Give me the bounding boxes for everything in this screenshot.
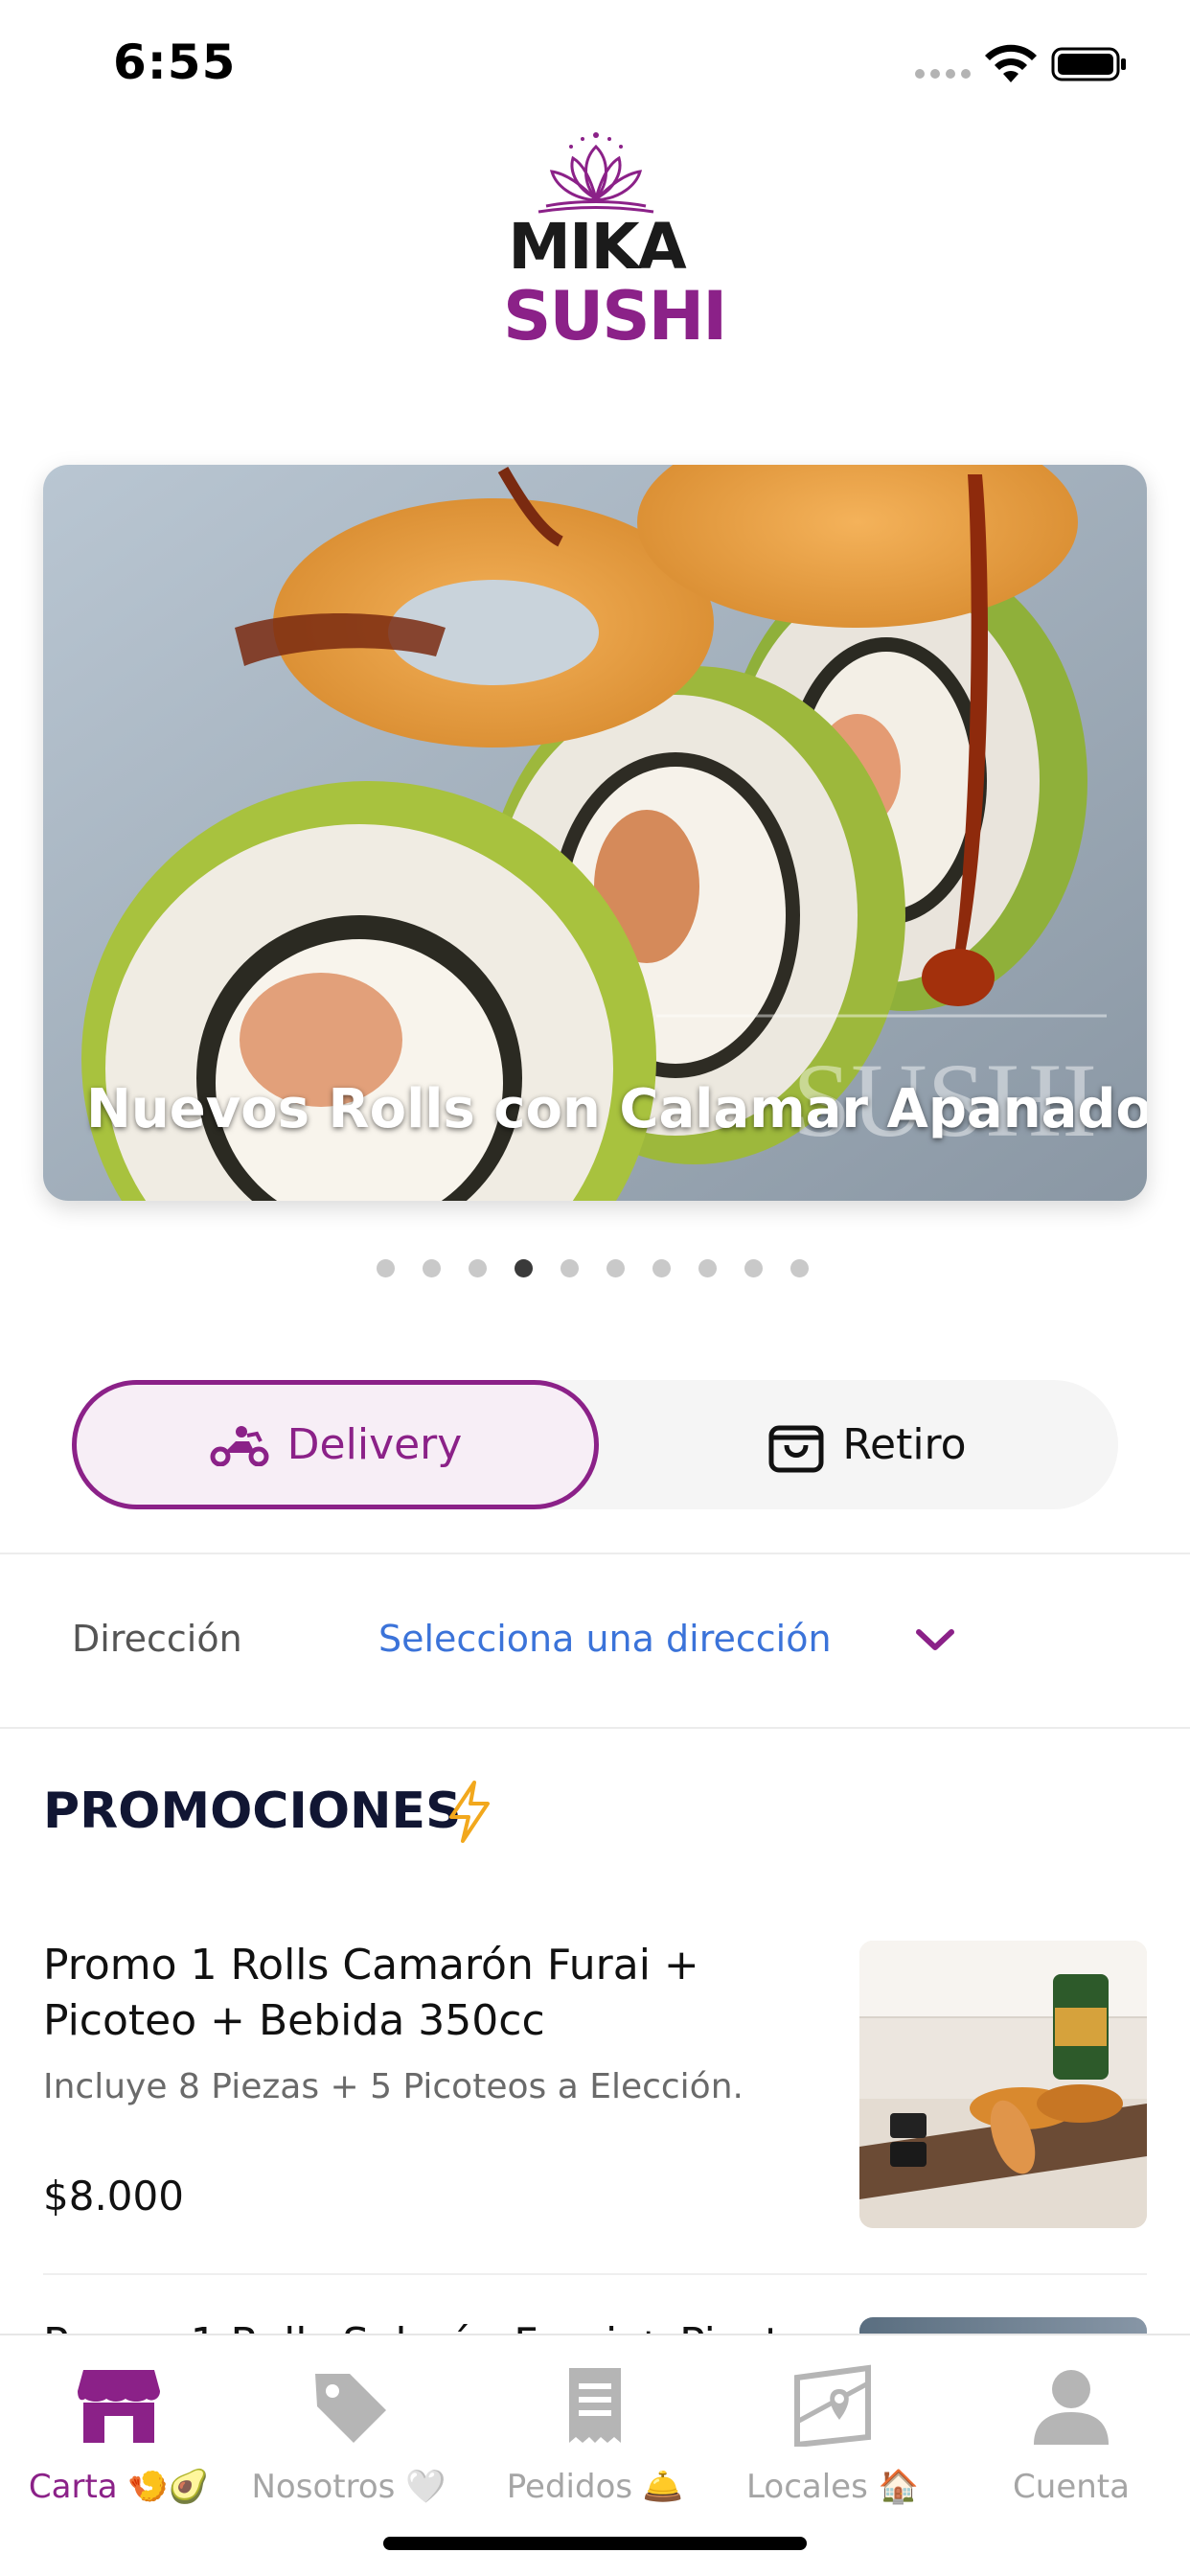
order-mode-toggle: Delivery Retiro	[72, 1380, 1118, 1509]
pagination-dot[interactable]	[469, 1259, 487, 1277]
divider	[43, 2273, 1147, 2275]
pickup-label: Retiro	[842, 1420, 967, 1469]
store-icon	[78, 2370, 160, 2443]
address-label: Dirección	[72, 1618, 242, 1660]
promo-banner[interactable]: SUSHI Nuevos Rolls con Calamar Apanado!	[43, 465, 1147, 1201]
lightning-icon	[449, 1781, 490, 1843]
tab-locales[interactable]: Locales 🏠	[714, 2335, 951, 2527]
receipt-icon	[569, 2368, 621, 2443]
wifi-icon	[985, 44, 1037, 82]
promo-price: $8.000	[43, 2173, 184, 2220]
promo-image	[859, 1941, 1147, 2228]
pagination-dot[interactable]	[652, 1259, 671, 1277]
tab-label: Cuenta	[1013, 2468, 1130, 2506]
map-icon	[794, 2364, 871, 2447]
tab-pedidos[interactable]: Pedidos 🛎️	[476, 2335, 714, 2527]
pagination-dot-active[interactable]	[515, 1259, 533, 1277]
divider	[0, 1552, 1190, 1554]
lotus-icon	[538, 132, 654, 214]
tab-label: Pedidos 🛎️	[506, 2468, 684, 2506]
carousel-pagination[interactable]	[377, 1259, 809, 1277]
battery-icon	[1051, 47, 1126, 81]
pagination-dot[interactable]	[423, 1259, 441, 1277]
tab-cuenta[interactable]: Cuenta	[952, 2335, 1190, 2527]
delivery-label: Delivery	[286, 1420, 463, 1469]
chevron-down-icon[interactable]	[913, 1624, 957, 1655]
tag-icon	[315, 2374, 386, 2443]
logo-text-sushi: SUSHI	[503, 277, 727, 356]
shopping-bag-icon	[768, 1425, 824, 1472]
motorcycle-icon	[210, 1425, 269, 1466]
user-icon	[1034, 2370, 1109, 2445]
section-title: PROMOCIONES	[43, 1782, 462, 1840]
tab-label: Locales 🏠	[746, 2468, 919, 2506]
promo-item[interactable]: Promo 1 Rolls Camarón Furai + Picoteo + …	[43, 1938, 1147, 2235]
tab-nosotros[interactable]: Nosotros 🤍	[230, 2335, 468, 2527]
divider	[0, 1727, 1190, 1729]
pickup-option[interactable]: Retiro	[685, 1380, 1049, 1509]
promo-description: Incluye 8 Piezas + 5 Picoteos a Elección…	[43, 2067, 744, 2106]
promo-title: Promo 1 Rolls Camarón Furai + Picoteo + …	[43, 1941, 699, 2045]
pagination-dot[interactable]	[698, 1259, 717, 1277]
pagination-dot[interactable]	[790, 1259, 809, 1277]
delivery-option[interactable]: Delivery	[72, 1380, 599, 1509]
tab-label: Nosotros 🤍	[251, 2468, 446, 2506]
status-bar: 6:55	[0, 0, 1190, 134]
cellular-signal-icon	[915, 69, 971, 79]
tab-carta[interactable]: Carta 🍤🥑	[0, 2335, 238, 2527]
pagination-dot[interactable]	[606, 1259, 625, 1277]
address-selector[interactable]: Selecciona una dirección	[378, 1618, 832, 1660]
logo-text-mika: MIKA	[508, 210, 686, 284]
brand-logo: MIKA SUSHI	[503, 125, 727, 356]
banner-caption: Nuevos Rolls con Calamar Apanado!	[86, 1078, 1147, 1140]
home-indicator	[383, 2537, 807, 2550]
status-time: 6:55	[113, 34, 237, 90]
pagination-dot[interactable]	[561, 1259, 579, 1277]
pagination-dot[interactable]	[744, 1259, 763, 1277]
pagination-dot[interactable]	[377, 1259, 395, 1277]
tab-label: Carta 🍤🥑	[28, 2468, 210, 2506]
